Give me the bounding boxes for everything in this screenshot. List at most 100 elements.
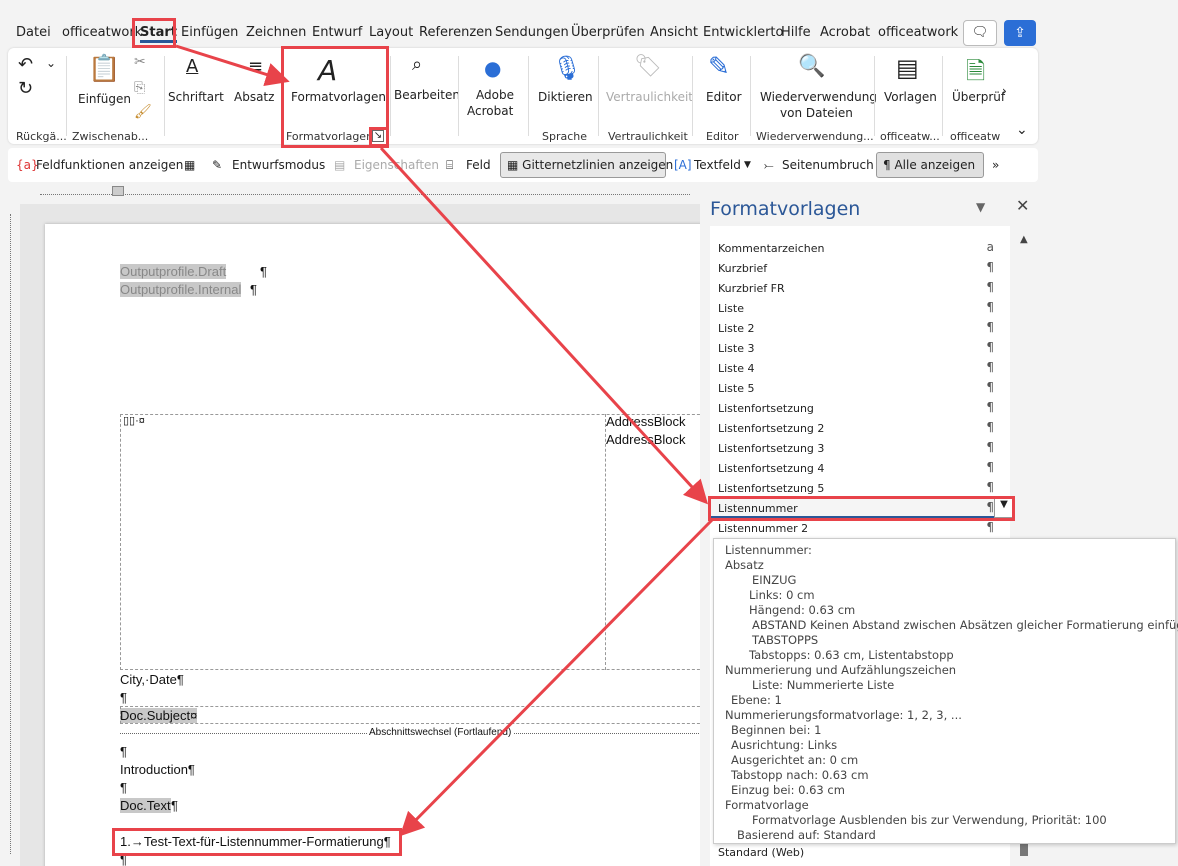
document-area[interactable]: Outputprofile.Draft ¶ Outputprofile.Inte… bbox=[20, 204, 700, 866]
chevron-down-icon[interactable]: ⌄ bbox=[46, 56, 56, 70]
templates-button[interactable]: Vorlagen bbox=[884, 90, 937, 104]
scroll-up-icon[interactable]: ▲ bbox=[1020, 234, 1028, 245]
address-block-2[interactable]: AddressBlock bbox=[606, 432, 685, 447]
design-mode-button[interactable]: Entwurfsmodus bbox=[232, 158, 325, 172]
vertical-ruler[interactable] bbox=[0, 204, 20, 866]
properties-icon[interactable]: ▤ bbox=[334, 158, 345, 172]
paste-icon[interactable]: 📋 bbox=[88, 54, 120, 84]
output-profile-internal[interactable]: Outputprofile.Internal bbox=[120, 282, 242, 297]
output-profile-draft[interactable]: Outputprofile.Draft bbox=[120, 264, 227, 279]
editor-icon[interactable]: ✎ bbox=[708, 52, 730, 82]
comments-icon[interactable]: 🗨 bbox=[963, 20, 997, 46]
check-document-icon[interactable]: 🗎 bbox=[966, 54, 985, 95]
style-item[interactable]: Listenfortsetzung 4 ¶ bbox=[710, 458, 1000, 478]
textbox-button[interactable]: Textfeld bbox=[694, 158, 741, 172]
style-item[interactable]: Liste ¶ bbox=[710, 298, 1000, 318]
sensitivity-button[interactable]: Vertraulichkeit bbox=[606, 90, 693, 104]
reuse-label-2[interactable]: von Dateien bbox=[780, 106, 853, 120]
templates-icon[interactable]: ▤ bbox=[896, 54, 919, 82]
design-mode-icon[interactable]: ✎ bbox=[212, 158, 222, 172]
share-icon[interactable]: ⇪ bbox=[1004, 20, 1036, 46]
style-item-name: Standard (Web) bbox=[718, 846, 805, 859]
style-item[interactable]: Listenfortsetzung 3 ¶ bbox=[710, 438, 1000, 458]
style-item[interactable]: Kurzbrief ¶ bbox=[710, 258, 1000, 278]
tab-officeatwork[interactable]: officeatwork bbox=[62, 25, 142, 40]
style-item[interactable]: Listenfortsetzung ¶ bbox=[710, 398, 1000, 418]
format-painter-icon[interactable]: 🖌 bbox=[134, 104, 152, 120]
tab-draw[interactable]: Zeichnen bbox=[246, 25, 306, 40]
tab-developer[interactable]: Entwicklerto bbox=[703, 25, 783, 40]
tab-view[interactable]: Ansicht bbox=[650, 25, 698, 40]
style-item[interactable]: Liste 2 ¶ bbox=[710, 318, 1000, 338]
tab-layout[interactable]: Layout bbox=[369, 25, 413, 40]
reuse-label-1[interactable]: Wiederverwendung bbox=[760, 90, 877, 104]
tooltip-line: EINZUG bbox=[752, 573, 797, 587]
more-icon[interactable]: » bbox=[992, 158, 999, 172]
copy-icon[interactable]: ⎘ bbox=[134, 80, 145, 96]
sensitivity-icon[interactable]: 🏷 bbox=[634, 54, 662, 79]
search-icon[interactable]: ⌕ bbox=[412, 54, 422, 75]
style-item[interactable]: Liste 5 ¶ bbox=[710, 378, 1000, 398]
tab-mailings[interactable]: Sendungen bbox=[495, 25, 569, 40]
doc-text[interactable]: Doc.Text bbox=[120, 798, 171, 813]
pane-options-icon[interactable]: ▼ bbox=[976, 200, 985, 214]
style-item[interactable]: Listennummer 2 ¶ bbox=[710, 518, 1000, 538]
paste-button[interactable]: Einfügen bbox=[78, 92, 131, 106]
city-date[interactable]: City,·Date¶ bbox=[120, 672, 184, 687]
tab-design[interactable]: Entwurf bbox=[312, 25, 362, 40]
font-icon[interactable]: A bbox=[186, 56, 198, 77]
horizontal-ruler[interactable] bbox=[0, 186, 700, 204]
gridlines-toggle[interactable]: ▦ Gitternetzlinien anzeigen bbox=[500, 152, 673, 178]
tab-acrobat[interactable]: Acrobat bbox=[820, 25, 870, 40]
paragraph-icon[interactable]: ≡ bbox=[248, 56, 263, 77]
style-item[interactable]: Kurzbrief FR ¶ bbox=[710, 278, 1000, 298]
style-item[interactable]: Listenfortsetzung 2 ¶ bbox=[710, 418, 1000, 438]
textbox-icon[interactable]: [A] bbox=[674, 158, 692, 172]
tab-review[interactable]: Überprüfen bbox=[571, 25, 645, 40]
style-item[interactable]: Kommentarzeichen a bbox=[710, 238, 1000, 258]
tab-officeatwork-2[interactable]: officeatwork bbox=[878, 25, 958, 40]
redo-icon[interactable]: ↻ bbox=[18, 78, 33, 99]
reuse-files-icon[interactable]: 🔍 bbox=[798, 54, 825, 79]
tab-insert[interactable]: Einfügen bbox=[181, 25, 238, 40]
close-icon[interactable]: ✕ bbox=[1016, 196, 1029, 215]
paragraph-button[interactable]: Absatz bbox=[234, 90, 274, 104]
show-all-toggle[interactable]: ¶ Alle anzeigen bbox=[876, 152, 984, 178]
tab-help[interactable]: Hilfe bbox=[781, 25, 811, 40]
tab-references[interactable]: Referenzen bbox=[419, 25, 492, 40]
field-button[interactable]: Feld bbox=[466, 158, 491, 172]
undo-group-label: Rückgä... bbox=[16, 130, 67, 143]
tooltip-line: Beginnen bei: 1 bbox=[731, 723, 822, 737]
edit-button[interactable]: Bearbeiten bbox=[394, 88, 460, 102]
field-codes-button[interactable]: Feldfunktionen anzeigen bbox=[36, 158, 183, 172]
microphone-icon[interactable]: 🎙 bbox=[552, 54, 582, 82]
indent-marker[interactable] bbox=[112, 186, 124, 196]
style-item[interactable]: Liste 3 ¶ bbox=[710, 338, 1000, 358]
collapse-ribbon-icon[interactable]: ⌄ bbox=[1016, 122, 1028, 138]
tab-file[interactable]: Datei bbox=[16, 25, 51, 40]
adobe-label-1[interactable]: Adobe bbox=[476, 88, 514, 102]
document-page[interactable]: Outputprofile.Draft ¶ Outputprofile.Inte… bbox=[45, 224, 700, 866]
adobe-icon[interactable]: ● bbox=[484, 56, 501, 80]
style-item[interactable]: Standard (Web) bbox=[710, 842, 1000, 862]
undo-icon[interactable]: ↶ bbox=[18, 54, 33, 75]
properties-button[interactable]: Eigenschaften bbox=[354, 158, 439, 172]
page-break-button[interactable]: Seitenumbruch bbox=[782, 158, 874, 172]
introduction[interactable]: Introduction¶ bbox=[120, 762, 195, 777]
chevron-right-icon[interactable]: › bbox=[1002, 84, 1007, 98]
address-block-1[interactable]: AddressBlock bbox=[606, 414, 685, 429]
adobe-label-2[interactable]: Acrobat bbox=[467, 104, 513, 118]
chevron-down-icon[interactable]: ▼ bbox=[744, 160, 751, 170]
page-break-icon[interactable]: ⤚ bbox=[764, 158, 774, 173]
check-button[interactable]: Überprüf bbox=[952, 90, 1005, 104]
design-icon[interactable]: ▦ bbox=[184, 158, 195, 172]
style-item[interactable]: Liste 4 ¶ bbox=[710, 358, 1000, 378]
separator bbox=[598, 56, 599, 136]
cut-icon[interactable]: ✂ bbox=[134, 54, 146, 70]
dictate-button[interactable]: Diktieren bbox=[538, 90, 593, 104]
font-button[interactable]: Schriftart bbox=[168, 90, 224, 104]
style-item[interactable]: Listenfortsetzung 5 ¶ bbox=[710, 478, 1000, 498]
field-icon[interactable]: ⌸ bbox=[446, 158, 453, 173]
quick-toolbar: {a} Feldfunktionen anzeigen ▦ ✎ Entwurfs… bbox=[8, 148, 1038, 182]
editor-button[interactable]: Editor bbox=[706, 90, 742, 104]
